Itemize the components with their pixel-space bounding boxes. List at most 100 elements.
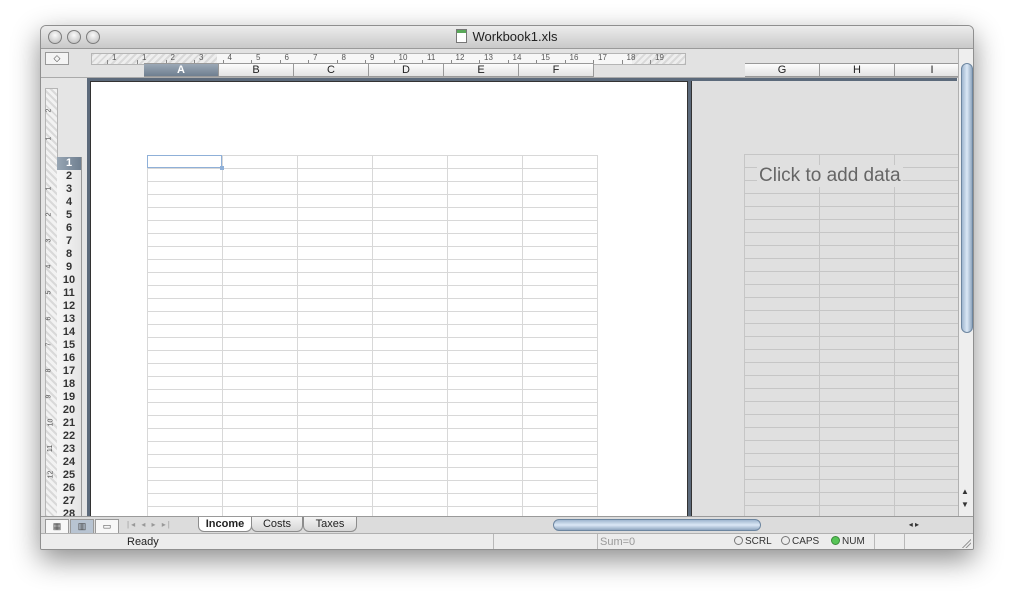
row-header[interactable]: 6 [57,222,82,236]
sheet-tab-costs[interactable]: Costs [251,517,303,532]
row-header[interactable]: 17 [57,365,82,379]
row-header[interactable]: 7 [57,235,82,249]
horizontal-scroll-arrows-icon[interactable]: ◂ ▸ [909,520,919,529]
column-header-e[interactable]: E [444,63,519,77]
row-header[interactable]: 16 [57,352,82,366]
vertical-ruler-tick-label: 2 [45,108,53,113]
column-header-f[interactable]: F [519,63,594,77]
row-header[interactable]: 23 [57,443,82,457]
vertical-ruler-tick-label: 1 [45,136,53,141]
row-header[interactable]: 27 [57,495,82,509]
row-header[interactable]: 25 [57,469,82,483]
ruler-tick-label: 19 [655,53,664,62]
row-header[interactable]: 3 [57,183,82,197]
vertical-ruler-tick-label: 5 [45,290,53,295]
page-2: Click to add data [691,81,958,516]
ruler-tick-label: 12 [455,53,465,62]
page-layout-area: Click to add data [87,78,958,518]
click-to-add-data-hint[interactable]: Click to add data [757,165,903,187]
row-header-strip: 2 1 1 2 3 4 5 6 7 8 9 10 11 12 1 2 3 4 5 6 7 8 9 10 11 12 13 14 15 1… [41,78,87,522]
ruler-tick-label: 4 [227,53,232,62]
sheet-tab-income[interactable]: Income [198,517,252,532]
column-header-a[interactable]: A [144,63,219,77]
vertical-ruler-tick-label: 1 [45,186,53,191]
ruler-tick-label: 3 [199,53,204,62]
row-header[interactable]: 14 [57,326,82,340]
row-header[interactable]: 19 [57,391,82,405]
status-empty-cell [493,534,598,549]
ruler-tick-label: 6 [284,53,289,62]
vertical-ruler-tick-label: 3 [45,238,53,243]
row-header[interactable]: 2 [57,170,82,184]
sheet-navigation-arrows-icon[interactable]: |◂ ◂ ▸ ▸| [127,520,172,529]
scroll-down-arrow-icon[interactable]: ▼ [961,500,969,509]
scroll-lock-indicator: SCRL [734,534,772,549]
column-header-g[interactable]: G [745,63,820,77]
caps-lock-indicator: CAPS [781,534,819,549]
ruler-tick-label: 9 [370,53,375,62]
column-header-c[interactable]: C [294,63,369,77]
vertical-scroll-thumb[interactable] [961,63,973,333]
select-all-icon[interactable]: ◇ [45,52,69,65]
ruler-bar: ◇ 1 1 2 3 4 5 6 7 8 9 10 11 12 13 14 15 16 17 18 19 ABCDEFG… [41,49,973,78]
status-bar: Ready Sum=0 SCRL CAPS NUM [41,533,973,549]
ruler-tick-label: 13 [484,53,493,62]
ruler-tick-label: 1 [112,53,117,62]
caps-led-icon [781,536,790,545]
row-header[interactable]: 18 [57,378,82,392]
column-header-d[interactable]: D [369,63,444,77]
resize-grip-icon[interactable] [961,538,971,548]
vertical-ruler-tick-label: 8 [45,368,53,373]
ruler-tick-label: 10 [398,53,408,62]
page-1 [90,81,688,518]
row-header[interactable]: 4 [57,196,82,210]
ruler-tick-label: 8 [341,53,346,62]
row-header[interactable]: 12 [57,300,82,314]
vertical-ruler-tick-label: 12 [47,470,55,479]
row-header[interactable]: 20 [57,404,82,418]
ruler-tick-label: 14 [512,53,522,62]
ruler-tick-label: 2 [170,53,175,62]
ruler-tick-label: 15 [541,53,550,62]
row-header[interactable]: 13 [57,313,82,327]
status-cell-blank-2 [904,534,939,549]
sheet-tab-bar: ▦ ▥ ▭ |◂ ◂ ▸ ▸| Income Costs Taxes ◂ ▸ [41,516,973,534]
normal-view-icon[interactable]: ▦ [45,519,69,534]
status-cell-blank-1 [874,534,905,549]
row-header[interactable]: 1 [57,157,82,171]
ruler-tick-label: 5 [256,53,261,62]
row-header[interactable]: 15 [57,339,82,353]
ruler-tick-label: 11 [427,53,436,62]
sheet-tab-taxes[interactable]: Taxes [303,517,357,532]
horizontal-scrollbar[interactable]: ◂ ▸ [553,518,943,531]
active-cell-a1[interactable] [147,155,224,170]
row-header[interactable]: 26 [57,482,82,496]
title-bar: Workbook1.xls [41,26,973,49]
ruler-tick-label: 7 [313,53,318,62]
page-layout-view-icon[interactable]: ▥ [70,519,94,534]
row-header[interactable]: 24 [57,456,82,470]
scrl-led-icon [734,536,743,545]
ruler-tick-mark [137,60,138,64]
ruler-tick-mark [621,60,623,64]
row-header[interactable]: 11 [57,287,82,301]
row-header[interactable]: 9 [57,261,82,275]
cell-grid-page-2[interactable] [744,154,958,516]
horizontal-scroll-thumb[interactable] [553,519,761,531]
window-title: Workbook1.xls [41,29,973,44]
page-break-view-icon[interactable]: ▭ [95,519,119,534]
column-header-h[interactable]: H [820,63,895,77]
ruler-tick-mark [107,60,108,64]
row-header[interactable]: 5 [57,209,82,223]
vertical-ruler-tick-label: 2 [45,212,53,217]
row-header[interactable]: 10 [57,274,82,288]
scroll-up-arrow-icon[interactable]: ▲ [961,487,969,496]
ruler-tick-label: 17 [598,53,607,62]
row-header[interactable]: 21 [57,417,82,431]
row-header[interactable]: 8 [57,248,82,262]
vertical-scrollbar[interactable]: ▲ ▼ [958,49,973,516]
view-buttons: ▦ ▥ ▭ [45,519,120,534]
row-header[interactable]: 22 [57,430,82,444]
column-header-b[interactable]: B [219,63,294,77]
cell-grid[interactable] [147,155,598,517]
